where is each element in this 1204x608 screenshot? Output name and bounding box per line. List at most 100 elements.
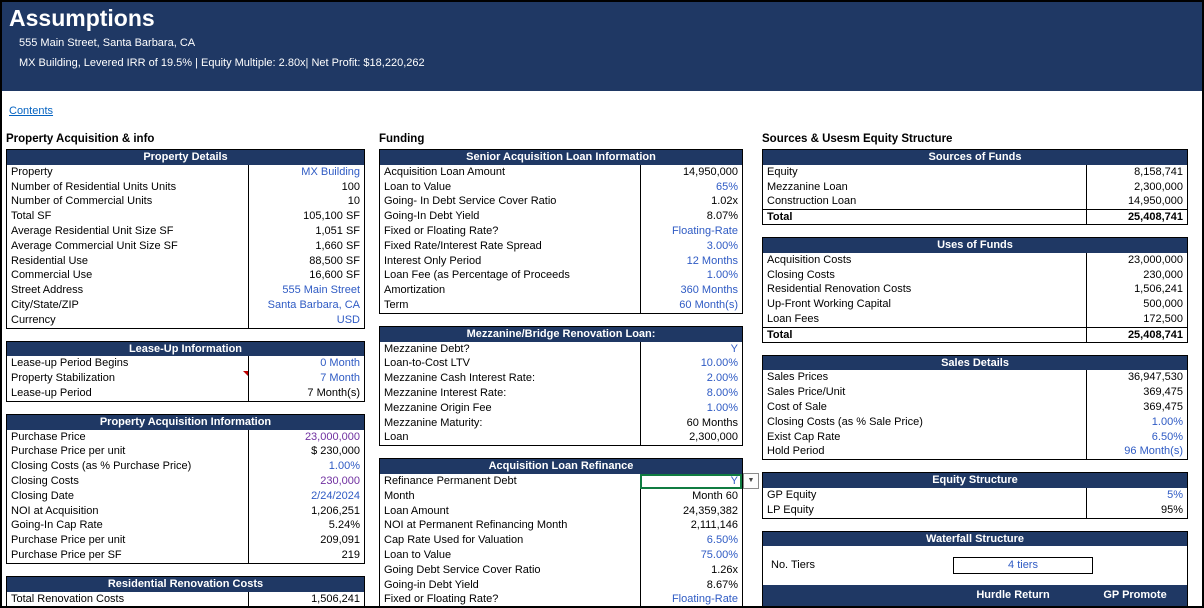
- cell-value[interactable]: Santa Barbara, CA: [248, 298, 364, 313]
- cell-value[interactable]: 10: [248, 194, 364, 209]
- cell-value[interactable]: 209,091: [248, 533, 364, 548]
- cell-value[interactable]: 8.07%: [640, 209, 742, 224]
- row-label: NOI at Acquisition: [7, 504, 248, 519]
- cell-value[interactable]: 2,300,000: [640, 430, 742, 445]
- row-label: Going-In Cap Rate: [7, 518, 248, 533]
- cell-value[interactable]: 369,475: [1086, 400, 1187, 415]
- table-row: Total SF105,100 SF: [7, 209, 364, 224]
- cell-value[interactable]: 2.00%: [640, 371, 742, 386]
- cell-value[interactable]: USD: [248, 313, 364, 328]
- contents-link[interactable]: Contents: [9, 105, 53, 117]
- cell-value[interactable]: 3.00%: [640, 239, 742, 254]
- table-row: Mezzanine Interest Rate:8.00%: [380, 386, 742, 401]
- cell-value[interactable]: 8.00%: [640, 386, 742, 401]
- row-label: Mezzanine Debt?: [380, 342, 640, 357]
- cell-value[interactable]: 1,660 SF: [248, 239, 364, 254]
- table-row: Total25,408,741: [763, 209, 1187, 224]
- cell-value[interactable]: 60 Month(s): [640, 298, 742, 313]
- cell-value[interactable]: 12 Months: [640, 254, 742, 269]
- table-row: Loan to Value75.00%: [380, 548, 742, 563]
- row-label: Acquisition Costs: [763, 253, 1086, 268]
- cell-value[interactable]: 8,158,741: [1086, 165, 1187, 180]
- row-label: Commercial Use: [7, 268, 248, 283]
- cell-value[interactable]: Y: [640, 342, 742, 357]
- row-label: GP Equity: [763, 488, 1086, 503]
- cell-value[interactable]: 555 Main Street: [248, 283, 364, 298]
- table-row: LP Equity95%: [763, 503, 1187, 518]
- cell-value[interactable]: 369,475: [1086, 385, 1187, 400]
- cell-value[interactable]: 16,600 SF: [248, 268, 364, 283]
- cell-value[interactable]: 2/24/2024: [248, 489, 364, 504]
- cell-value[interactable]: $ 230,000: [248, 444, 364, 459]
- table-row: Fixed or Floating Rate?Floating-Rate: [380, 224, 742, 239]
- cell-value[interactable]: 105,100 SF: [248, 209, 364, 224]
- cell-value[interactable]: 75.00%: [640, 548, 742, 563]
- cell-value[interactable]: Month 60: [640, 489, 742, 504]
- cell-value[interactable]: 230,000: [248, 474, 364, 489]
- cell-value[interactable]: 6.50%: [1086, 430, 1187, 445]
- cell-value[interactable]: 2,300,000: [1086, 180, 1187, 195]
- cell-value[interactable]: 1.00%: [640, 401, 742, 416]
- cell-value[interactable]: 95%: [1086, 503, 1187, 518]
- cell-value[interactable]: 1.00%: [248, 459, 364, 474]
- cell-value[interactable]: 6.50%: [640, 533, 742, 548]
- no-tiers-label: No. Tiers: [771, 559, 815, 571]
- cell-value[interactable]: 88,500 SF: [248, 254, 364, 269]
- row-label: Loan Fee (as Percentage of Proceeds: [380, 268, 640, 283]
- cell-value[interactable]: 1,506,241: [1086, 282, 1187, 297]
- table-row: Loan Amount24,359,382: [380, 504, 742, 519]
- dropdown-arrow-icon[interactable]: ▼: [743, 473, 759, 489]
- cell-value[interactable]: 10.00%: [640, 356, 742, 371]
- cell-value[interactable]: 1,206,251: [248, 504, 364, 519]
- section-title-sources-uses: Sources & Usesm Equity Structure: [762, 133, 1188, 149]
- row-label: Loan-to-Cost LTV: [380, 356, 640, 371]
- cell-value[interactable]: 360 Months: [640, 283, 742, 298]
- cell-value[interactable]: 5%: [1086, 488, 1187, 503]
- table-row: Loan to Value65%: [380, 180, 742, 195]
- table-row: Going-In Cap Rate5.24%: [7, 518, 364, 533]
- cell-value[interactable]: 1.26x: [640, 563, 742, 578]
- cell-value[interactable]: 5.24%: [248, 518, 364, 533]
- cell-value[interactable]: 25,408,741: [1086, 328, 1187, 342]
- cell-value[interactable]: 172,500: [1086, 312, 1187, 327]
- cell-value[interactable]: 2,111,146: [640, 518, 742, 533]
- cell-value[interactable]: 100: [248, 180, 364, 195]
- cell-value[interactable]: 23,000,000: [1086, 253, 1187, 268]
- cell-value[interactable]: 65%: [640, 180, 742, 195]
- cell-value[interactable]: 0 Month: [248, 356, 364, 371]
- cell-value[interactable]: 1,506,241: [248, 592, 364, 607]
- cell-value[interactable]: 60 Months: [640, 416, 742, 431]
- row-label: Equity: [763, 165, 1086, 180]
- cell-value[interactable]: 14,950,000: [640, 165, 742, 180]
- cell-value[interactable]: Floating-Rate: [640, 224, 742, 239]
- no-tiers-value-cell[interactable]: 4 tiers: [953, 557, 1093, 574]
- cell-value[interactable]: 7 Month: [248, 371, 364, 386]
- cell-value[interactable]: 36,947,530: [1086, 370, 1187, 385]
- cell-value[interactable]: 1.02x: [640, 194, 742, 209]
- cell-value[interactable]: Floating-Rate: [640, 592, 742, 607]
- cell-value[interactable]: 8.67%: [640, 578, 742, 593]
- cell-value[interactable]: 23,000,000: [248, 430, 364, 445]
- row-label: City/State/ZIP: [7, 298, 248, 313]
- cell-value[interactable]: 1.00%: [640, 268, 742, 283]
- section-title-funding: Funding: [379, 133, 743, 149]
- cell-value[interactable]: 1,051 SF: [248, 224, 364, 239]
- row-label: NOI at Permanent Refinancing Month: [380, 518, 640, 533]
- cell-value[interactable]: 7 Month(s): [248, 386, 364, 401]
- row-label: Street Address: [7, 283, 248, 298]
- table-row: Residential Renovation Costs1,506,241: [763, 282, 1187, 297]
- table-header-uses-of-funds: Uses of Funds: [763, 238, 1187, 253]
- row-label: LP Equity: [763, 503, 1086, 518]
- cell-value[interactable]: 219: [248, 548, 364, 563]
- cell-value[interactable]: 96 Month(s): [1086, 444, 1187, 459]
- cell-value[interactable]: MX Building: [248, 165, 364, 180]
- row-label: Closing Costs: [7, 474, 248, 489]
- cell-value[interactable]: 500,000: [1086, 297, 1187, 312]
- cell-value[interactable]: 14,950,000: [1086, 194, 1187, 209]
- cell-value[interactable]: 25,408,741: [1086, 210, 1187, 224]
- table-header-mezzanine-bridge-renovation-loan: Mezzanine/Bridge Renovation Loan:: [380, 327, 742, 342]
- cell-value[interactable]: 1.00%: [1086, 415, 1187, 430]
- cell-value[interactable]: 230,000: [1086, 268, 1187, 283]
- cell-value[interactable]: 24,359,382: [640, 504, 742, 519]
- cell-value[interactable]: Y▼: [640, 474, 742, 489]
